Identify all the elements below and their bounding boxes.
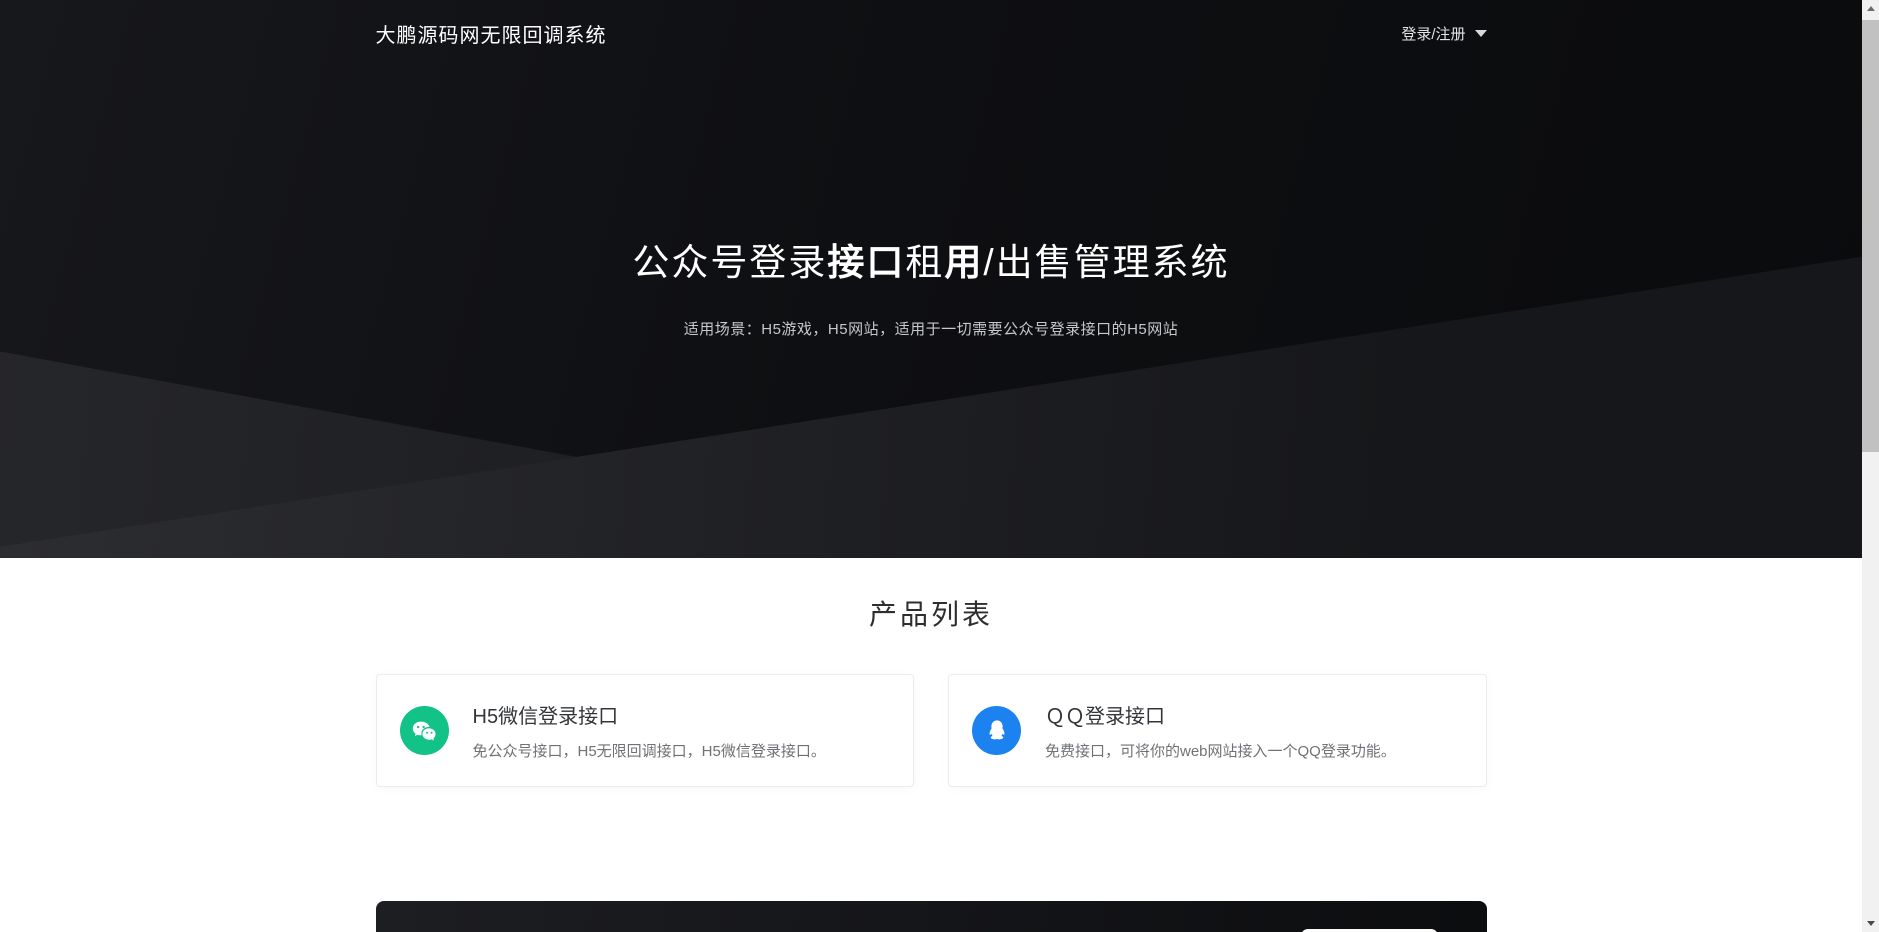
arrow-up-icon: [1867, 6, 1875, 11]
product-card-description: 免费接口，可将你的web网站接入一个QQ登录功能。: [1045, 740, 1396, 761]
hero-title-segment-bold: 接口: [827, 242, 905, 283]
product-card-qq[interactable]: ＱＱ登录接口 免费接口，可将你的web网站接入一个QQ登录功能。: [948, 674, 1487, 787]
hero-title-segment: /出售管理系统: [983, 242, 1229, 283]
hero-title: 公众号登录接口租用/出售管理系统: [0, 241, 1862, 285]
scrollbar-thumb[interactable]: [1862, 20, 1879, 452]
hero-section: 大鹏源码网无限回调系统 登录/注册 公众号登录接口租用/出售管理系统 适用场景：…: [0, 0, 1862, 558]
product-card-title: H5微信登录接口: [473, 700, 826, 729]
chevron-down-icon: [1475, 30, 1487, 37]
wechat-icon: [400, 706, 449, 755]
product-card-description: 免公众号接口，H5无限回调接口，H5微信登录接口。: [473, 740, 826, 761]
site-brand[interactable]: 大鹏源码网无限回调系统: [376, 19, 607, 48]
bottom-dark-panel: [376, 901, 1487, 932]
products-section: 产品列表: [0, 558, 1862, 932]
hero-subtitle: 适用场景：H5游戏，H5网站，适用于一切需要公众号登录接口的H5网站: [0, 318, 1862, 339]
vertical-scrollbar[interactable]: [1862, 0, 1879, 932]
product-card-body: H5微信登录接口 免公众号接口，H5无限回调接口，H5微信登录接口。: [473, 700, 826, 761]
product-card-wechat[interactable]: H5微信登录接口 免公众号接口，H5无限回调接口，H5微信登录接口。: [376, 674, 915, 787]
login-register-label: 登录/注册: [1401, 23, 1465, 44]
qq-icon: [972, 706, 1021, 755]
top-navbar: 大鹏源码网无限回调系统 登录/注册: [0, 0, 1862, 66]
hero-title-segment: 公众号登录: [632, 242, 827, 283]
product-card-list: H5微信登录接口 免公众号接口，H5无限回调接口，H5微信登录接口。 ＱＱ登录接: [376, 674, 1487, 787]
scrollbar-up-button[interactable]: [1862, 0, 1879, 17]
arrow-down-icon: [1867, 921, 1875, 926]
products-heading: 产品列表: [0, 558, 1862, 633]
hero-content: 公众号登录接口租用/出售管理系统 适用场景：H5游戏，H5网站，适用于一切需要公…: [0, 66, 1862, 339]
hero-title-segment-bold: 用: [944, 242, 983, 283]
login-register-menu[interactable]: 登录/注册: [1401, 23, 1486, 44]
scrollbar-down-button[interactable]: [1862, 915, 1879, 932]
product-card-title: ＱＱ登录接口: [1045, 700, 1396, 729]
product-card-body: ＱＱ登录接口 免费接口，可将你的web网站接入一个QQ登录功能。: [1045, 700, 1396, 761]
browser-viewport: 大鹏源码网无限回调系统 登录/注册 公众号登录接口租用/出售管理系统 适用场景：…: [0, 0, 1862, 932]
hero-title-segment: 租: [905, 242, 944, 283]
